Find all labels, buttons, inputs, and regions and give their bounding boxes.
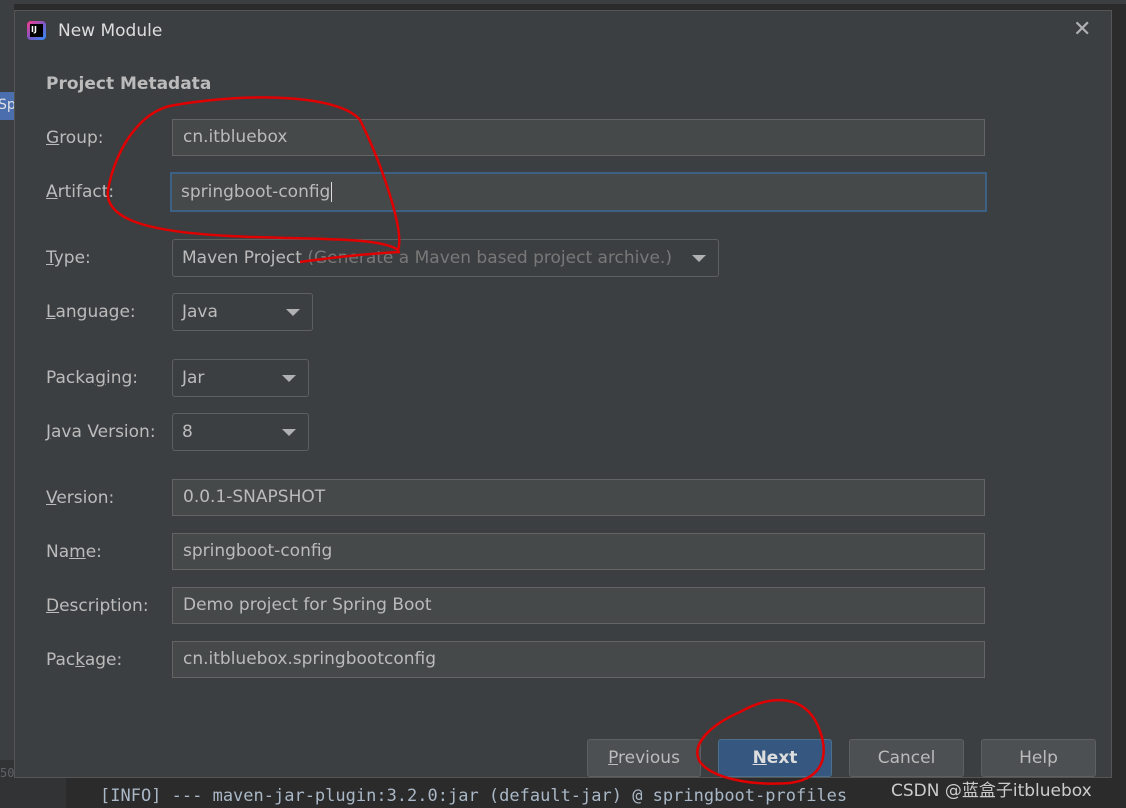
name-label: Name: (46, 542, 102, 562)
previous-button[interactable]: Previous (587, 739, 701, 777)
version-field[interactable]: 0.0.1-SNAPSHOT (172, 479, 985, 516)
java-version-label: Java Version: (46, 422, 156, 442)
group-label: Group: (46, 128, 104, 148)
new-module-dialog: New Module ✕ Project Metadata Group: cn.… (14, 10, 1112, 778)
type-label: Type: (46, 248, 91, 268)
language-label: Language: (46, 302, 136, 322)
packaging-dropdown[interactable]: Jar (172, 359, 309, 397)
dialog-title: New Module (58, 21, 163, 41)
chevron-down-icon (286, 309, 300, 316)
artifact-field[interactable]: springboot-config (170, 172, 987, 212)
chevron-down-icon (282, 375, 296, 382)
console-line-number: 50 (0, 766, 15, 780)
description-field[interactable]: Demo project for Spring Boot (172, 587, 985, 624)
package-field[interactable]: cn.itbluebox.springbootconfig (172, 641, 985, 678)
csdn-watermark: CSDN @蓝盒子itbluebox (891, 781, 1092, 801)
artifact-label: Artifact: (46, 182, 115, 202)
version-value: 0.0.1-SNAPSHOT (183, 487, 326, 507)
group-value: cn.itbluebox (183, 127, 288, 147)
console-output-line: [INFO] --- maven-jar-plugin:3.2.0:jar (d… (100, 786, 848, 806)
packaging-label: Packaging: (46, 368, 139, 388)
cancel-button[interactable]: Cancel (849, 739, 964, 777)
type-hint: (Generate a Maven based project archive.… (307, 248, 672, 268)
artifact-value: springboot-config (181, 182, 331, 202)
package-label: Package: (46, 650, 123, 670)
close-icon[interactable]: ✕ (1073, 17, 1091, 42)
package-value: cn.itbluebox.springbootconfig (183, 649, 436, 669)
ide-left-tab[interactable]: Sp (0, 92, 16, 120)
language-dropdown[interactable]: Java (172, 293, 313, 331)
dialog-titlebar[interactable]: New Module ✕ (15, 11, 1111, 51)
ide-left-toolwindow-strip (0, 0, 14, 808)
name-field[interactable]: springboot-config (172, 533, 985, 570)
description-value: Demo project for Spring Boot (183, 595, 432, 615)
ide-top-bar (0, 0, 1126, 4)
language-value: Java (182, 302, 218, 322)
next-button[interactable]: Next (718, 739, 832, 777)
type-dropdown[interactable]: Maven Project (Generate a Maven based pr… (172, 239, 719, 277)
group-field[interactable]: cn.itbluebox (172, 119, 985, 156)
intellij-app-icon (27, 21, 46, 40)
type-value: Maven Project (182, 248, 302, 268)
java-version-dropdown[interactable]: 8 (172, 413, 309, 451)
help-button[interactable]: Help (981, 739, 1096, 777)
java-version-value: 8 (182, 422, 193, 442)
packaging-value: Jar (182, 368, 205, 388)
chevron-down-icon (692, 255, 706, 262)
description-label: Description: (46, 596, 149, 616)
name-value: springboot-config (183, 541, 333, 561)
text-caret (331, 182, 333, 202)
chevron-down-icon (282, 429, 296, 436)
section-title: Project Metadata (46, 74, 212, 94)
version-label: Version: (46, 488, 115, 508)
